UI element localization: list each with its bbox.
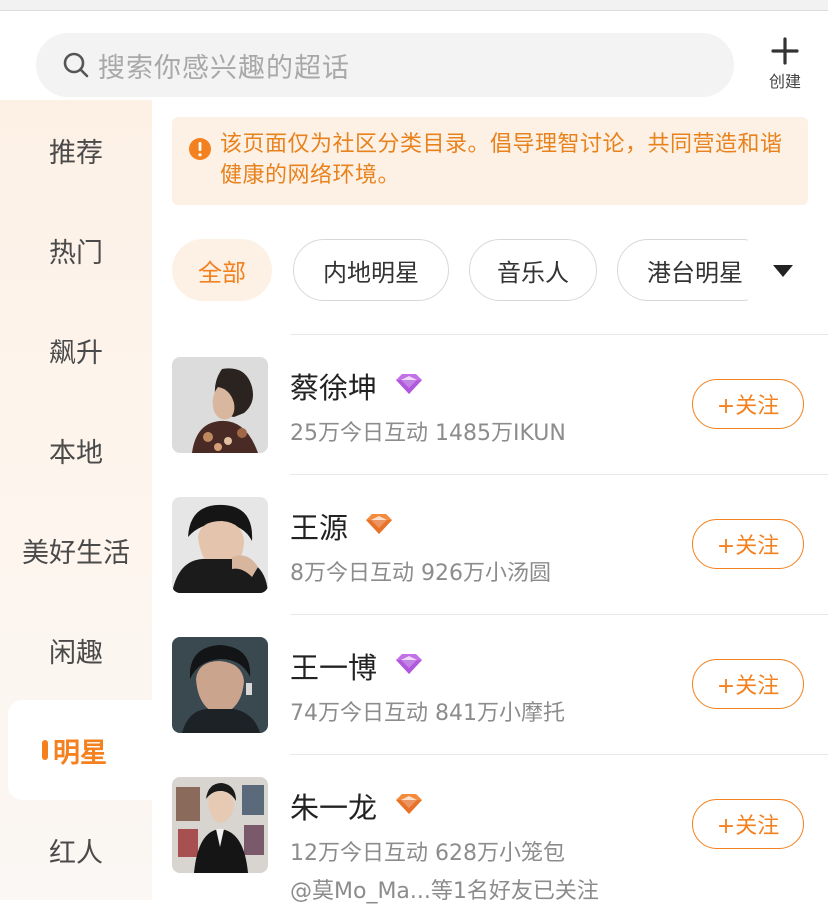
divider bbox=[290, 754, 828, 755]
follow-button[interactable]: +关注 bbox=[692, 659, 804, 709]
follow-label: +关注 bbox=[716, 394, 780, 419]
sidebar-item-local[interactable]: 本地 bbox=[0, 400, 152, 500]
status-bar-edge bbox=[0, 0, 828, 11]
topic-row[interactable]: 王一博 74万今日互动 841万小摩托 +关注 bbox=[172, 637, 828, 757]
topic-name: 朱一龙 bbox=[290, 791, 378, 825]
topic-stats: 25万今日互动 1485万IKUN bbox=[290, 421, 566, 446]
sidebar-item-lifestyle[interactable]: 美好生活 bbox=[0, 500, 152, 600]
notice-text: 该页面仅为社区分类目录。倡导理智讨论，共同营造和谐健康的网络环境。 bbox=[220, 132, 783, 188]
search-icon bbox=[63, 52, 89, 78]
topic-stats: 74万今日互动 841万小摩托 bbox=[290, 701, 565, 726]
chip-label: 内地明星 bbox=[323, 258, 419, 287]
divider bbox=[290, 474, 828, 475]
topic-name: 蔡徐坤 bbox=[290, 371, 378, 405]
orange-diamond-badge-icon bbox=[366, 514, 392, 534]
friends-followed-note[interactable]: @莫Mo_Ma...等1名好友已关注 bbox=[290, 873, 599, 905]
purple-diamond-badge-icon bbox=[396, 654, 422, 674]
topic-row[interactable]: 蔡徐坤 25万今日互动 1485万IKUN +关注 bbox=[172, 357, 828, 477]
sidebar-item-label: 飙升 bbox=[49, 337, 103, 369]
chip-label: 全部 bbox=[198, 258, 246, 287]
avatar bbox=[172, 357, 268, 453]
orange-diamond-badge-icon bbox=[396, 794, 422, 814]
triangle-down-icon[interactable] bbox=[772, 264, 794, 278]
topic-row[interactable]: 朱一龙 12万今日互动 628万小笼包 @莫Mo_Ma...等1名好友已关注 +… bbox=[172, 777, 828, 904]
sidebar-item-rising[interactable]: 飙升 bbox=[0, 300, 152, 400]
chip-label: 港台明星 bbox=[647, 258, 743, 287]
sidebar-item-label: 美好生活 bbox=[22, 537, 130, 569]
active-indicator bbox=[42, 740, 48, 760]
follow-label: +关注 bbox=[716, 814, 780, 839]
sidebar-item-hot[interactable]: 热门 bbox=[0, 200, 152, 300]
avatar bbox=[172, 637, 268, 733]
follow-label: +关注 bbox=[716, 534, 780, 559]
follow-button[interactable]: +关注 bbox=[692, 799, 804, 849]
purple-diamond-badge-icon bbox=[396, 374, 422, 394]
sidebar-item-label: 闲趣 bbox=[49, 637, 103, 669]
search-bar[interactable]: 搜索你感兴趣的超话 bbox=[36, 33, 734, 97]
divider bbox=[290, 614, 828, 615]
topic-row[interactable]: 王源 8万今日互动 926万小汤圆 +关注 bbox=[172, 497, 828, 617]
filter-chip-mainland-stars[interactable]: 内地明星 bbox=[293, 239, 449, 301]
alert-icon bbox=[189, 138, 211, 160]
sidebar-item-label: 推荐 bbox=[49, 137, 103, 169]
sidebar-item-stars[interactable]: 明星 bbox=[8, 700, 152, 800]
filter-chip-musicians[interactable]: 音乐人 bbox=[469, 239, 597, 301]
topic-name: 王源 bbox=[290, 511, 349, 545]
topic-name: 王一博 bbox=[290, 651, 378, 685]
create-label: 创建 bbox=[768, 72, 801, 91]
filter-chip-all[interactable]: 全部 bbox=[172, 239, 272, 301]
topic-stats: 8万今日互动 926万小汤圆 bbox=[290, 561, 551, 586]
sidebar-item-label: 本地 bbox=[49, 437, 103, 469]
sidebar-item-leisure[interactable]: 闲趣 bbox=[0, 600, 152, 700]
topic-stats: 12万今日互动 628万小笼包 bbox=[290, 841, 565, 866]
chip-label: 音乐人 bbox=[497, 258, 569, 287]
sidebar-item-label: 明星 bbox=[53, 737, 107, 769]
avatar bbox=[172, 497, 268, 593]
sidebar-item-label: 热门 bbox=[49, 237, 103, 269]
sidebar-item-recommend[interactable]: 推荐 bbox=[0, 100, 152, 200]
follow-label: +关注 bbox=[716, 674, 780, 699]
avatar bbox=[172, 777, 268, 873]
sidebar-item-label: 红人 bbox=[49, 837, 103, 869]
category-sidebar: 推荐 热门 飙升 本地 美好生活 闲趣 明星 红人 bbox=[0, 100, 152, 900]
divider bbox=[290, 334, 828, 335]
notice-banner: 该页面仅为社区分类目录。倡导理智讨论，共同营造和谐健康的网络环境。 bbox=[172, 117, 808, 205]
sidebar-item-influencers[interactable]: 红人 bbox=[0, 800, 152, 900]
follow-button[interactable]: +关注 bbox=[692, 519, 804, 569]
follow-button[interactable]: +关注 bbox=[692, 379, 804, 429]
search-placeholder: 搜索你感兴趣的超话 bbox=[98, 52, 350, 84]
create-button[interactable]: 创建 bbox=[760, 36, 810, 92]
plus-icon bbox=[771, 37, 799, 65]
